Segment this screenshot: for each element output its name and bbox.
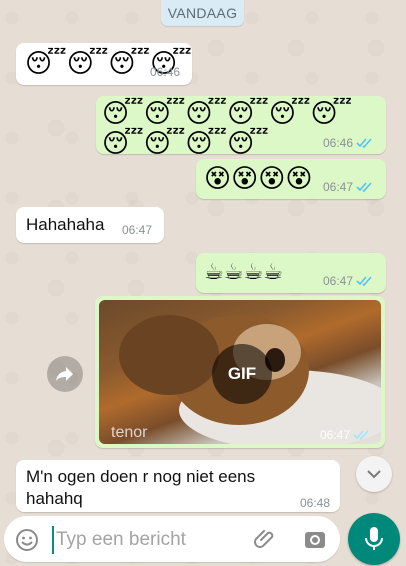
camera-icon: [305, 532, 325, 548]
paperclip-icon: [254, 530, 274, 548]
gif-provider-label: tenor: [111, 424, 148, 441]
message-emoji: 😵😵😵😵: [204, 163, 313, 193]
message-text: Hahahaha: [26, 215, 105, 234]
gif-play-badge[interactable]: GIF: [212, 344, 272, 404]
message-composer: [4, 516, 340, 562]
message-time: 06:47: [320, 428, 371, 442]
message-time: 06:48: [300, 496, 331, 510]
double-check-icon: [356, 138, 372, 149]
microphone-button[interactable]: [348, 513, 400, 565]
message-time: 06:46: [323, 136, 374, 150]
message-time: 06:47: [323, 274, 374, 288]
microphone-icon: [365, 527, 383, 550]
message-text: M'n ogen doen r nog niet eens hahahq: [26, 467, 256, 508]
attach-button[interactable]: [252, 527, 278, 553]
emoji-button[interactable]: [14, 527, 40, 553]
message-bubble-incoming[interactable]: Hahahaha 06:47: [16, 207, 164, 243]
gif-image[interactable]: GIF tenor 06:47: [99, 300, 381, 444]
message-time: 06:47: [122, 223, 153, 237]
message-input[interactable]: [52, 526, 238, 554]
forward-icon: [56, 367, 73, 381]
gif-message[interactable]: GIF tenor 06:47: [95, 296, 385, 448]
message-bubble-outgoing[interactable]: ☕☕☕☕ 06:47: [196, 253, 386, 293]
message-bubble-outgoing[interactable]: 😴😴😴😴😴😴😴😴😴😴 06:46: [96, 96, 386, 158]
scroll-to-bottom-button[interactable]: [356, 456, 392, 492]
message-time: 06:46: [150, 65, 181, 79]
message-time: 06:47: [323, 180, 374, 194]
emoji-icon: [16, 529, 38, 551]
date-chip: VANDAAG: [161, 0, 244, 26]
chevron-down-icon: [367, 470, 381, 479]
double-check-icon: [356, 182, 372, 193]
camera-button[interactable]: [302, 527, 328, 553]
message-bubble-outgoing[interactable]: 😵😵😵😵 06:47: [196, 159, 386, 199]
message-bubble-incoming[interactable]: 😴😴😴😴 06:46: [16, 43, 192, 85]
message-emoji: ☕☕☕☕: [204, 259, 283, 284]
message-bubble-incoming[interactable]: M'n ogen doen r nog niet eens hahahq 06:…: [16, 460, 340, 512]
double-check-icon: [353, 430, 369, 441]
forward-button[interactable]: [47, 356, 83, 392]
double-check-icon: [356, 276, 372, 287]
